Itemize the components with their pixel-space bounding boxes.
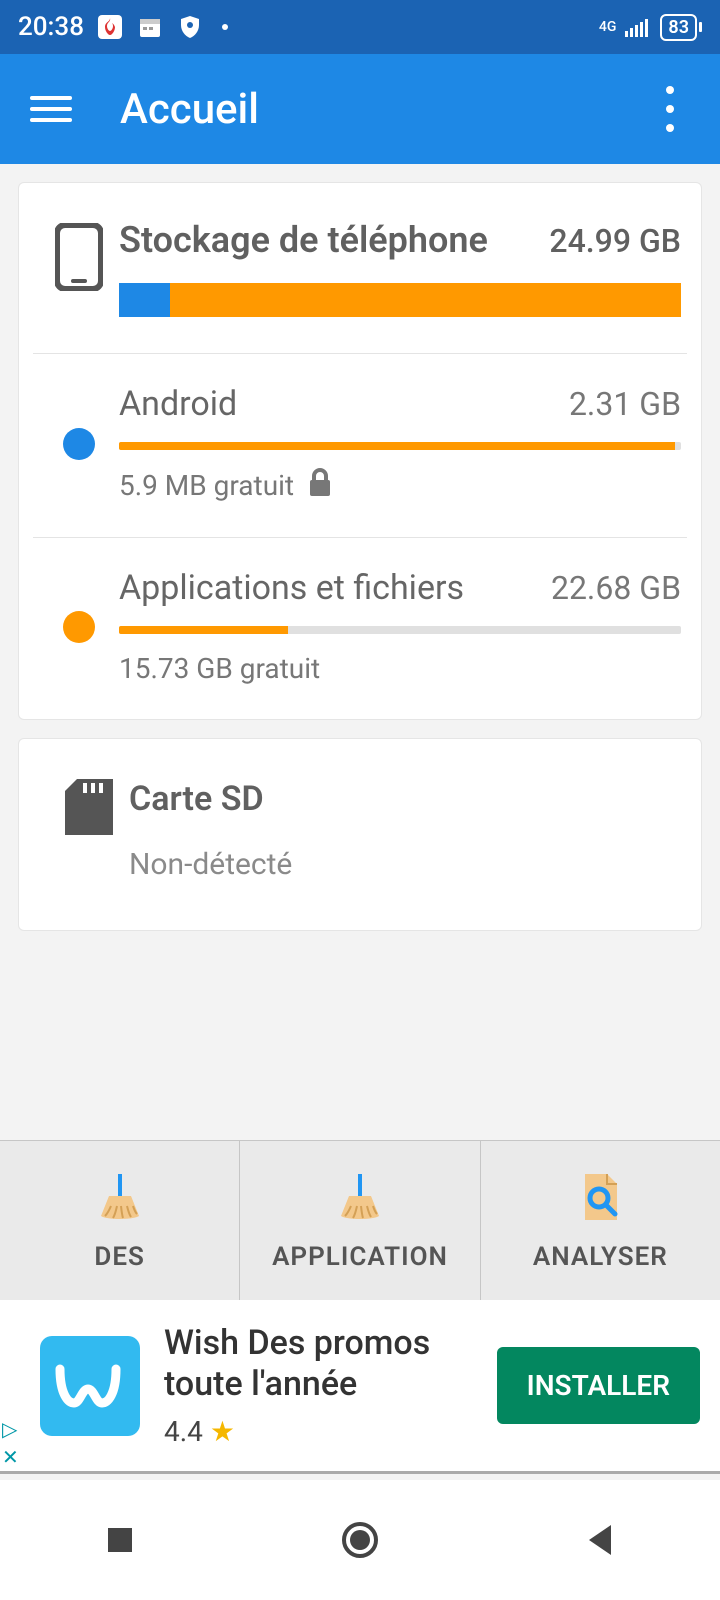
apps-label: Applications et fichiers: [119, 568, 464, 608]
android-free-label: 5.9 MB gratuit: [119, 469, 294, 502]
status-bar: 20:38 4G 83: [0, 0, 720, 54]
apps-bar: [119, 626, 681, 634]
nav-back-button[interactable]: [560, 1500, 640, 1580]
tab-des-label: DES: [94, 1242, 144, 1272]
ad-banner[interactable]: Wish Des promos toute l'année 4.4 ★ INST…: [0, 1300, 720, 1474]
sd-status: Non-détecté: [129, 847, 292, 882]
apps-storage-row[interactable]: Applications et fichiers 22.68 GB 15.73 …: [19, 538, 701, 719]
apps-dot-icon: [63, 611, 95, 643]
tab-analyser-label: ANALYSER: [533, 1242, 668, 1272]
apps-size: 22.68 GB: [551, 569, 681, 607]
nav-home-button[interactable]: [320, 1500, 400, 1580]
sd-card-icon: [49, 779, 129, 835]
fire-icon: [96, 13, 124, 41]
calendar-icon: [136, 13, 164, 41]
tab-application[interactable]: APPLICATION: [240, 1141, 480, 1300]
ad-info-icon[interactable]: ▷: [2, 1417, 19, 1441]
android-size: 2.31 GB: [569, 385, 681, 423]
network-type-label: 4G: [599, 19, 617, 35]
file-search-icon: [573, 1170, 627, 1228]
phone-storage-title: Stockage de téléphone: [119, 219, 488, 261]
tab-analyser[interactable]: ANALYSER: [481, 1141, 720, 1300]
android-label: Android: [119, 384, 237, 424]
battery-icon: 83: [660, 14, 702, 41]
overflow-menu-button[interactable]: [650, 86, 690, 132]
shield-icon: [176, 13, 204, 41]
sd-title: Carte SD: [129, 779, 292, 819]
install-button[interactable]: INSTALLER: [497, 1347, 700, 1424]
storage-bar: [119, 283, 681, 317]
wish-logo-icon: [40, 1336, 140, 1436]
star-icon: ★: [210, 1415, 235, 1448]
signal-icon: [624, 13, 652, 41]
tab-des[interactable]: DES: [0, 1141, 240, 1300]
ad-title-line2: toute l'année: [164, 1364, 497, 1405]
phone-storage-header[interactable]: Stockage de téléphone 24.99 GB: [19, 183, 701, 353]
bottom-tabs: DES APPLICATION ANALYSER: [0, 1140, 720, 1300]
lock-icon: [308, 468, 332, 503]
broom-icon: [93, 1170, 147, 1228]
broom-icon: [333, 1170, 387, 1228]
tab-application-label: APPLICATION: [272, 1242, 448, 1272]
ad-rating: 4.4: [164, 1415, 203, 1448]
sd-card-card[interactable]: Carte SD Non-détecté: [18, 738, 702, 931]
android-storage-row[interactable]: Android 2.31 GB 5.9 MB gratuit: [19, 354, 701, 537]
phone-storage-total: 24.99 GB: [549, 222, 681, 260]
app-toolbar: Accueil: [0, 54, 720, 164]
phone-icon: [39, 223, 119, 291]
ad-close-icon[interactable]: ✕: [2, 1445, 19, 1469]
android-bar: [119, 442, 681, 450]
menu-button[interactable]: [30, 84, 80, 134]
nav-recent-button[interactable]: [80, 1500, 160, 1580]
system-nav-bar: [0, 1480, 720, 1600]
page-title: Accueil: [120, 85, 259, 134]
android-dot-icon: [63, 428, 95, 460]
notification-dot-icon: [222, 24, 228, 30]
status-clock: 20:38: [18, 12, 84, 42]
phone-storage-card: Stockage de téléphone 24.99 GB Android 2…: [18, 182, 702, 720]
ad-title-line1: Wish Des promos: [164, 1323, 497, 1364]
apps-free-label: 15.73 GB gratuit: [119, 652, 320, 685]
